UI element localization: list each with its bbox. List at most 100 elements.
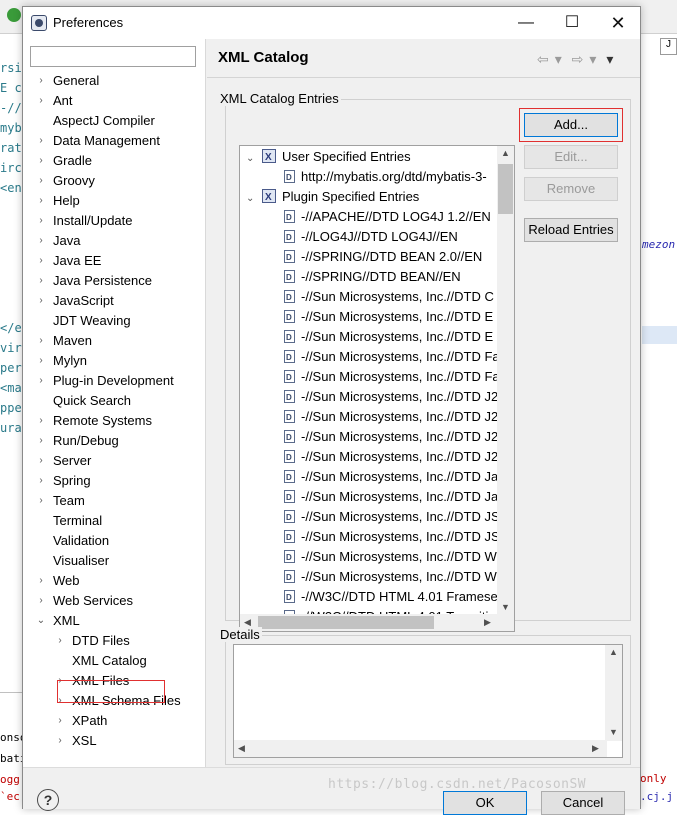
nav-item-xml-catalog[interactable]: XML Catalog [23,651,206,671]
nav-item-java-ee[interactable]: › Java EE [23,251,206,271]
close-button[interactable]: ✕ [595,7,641,39]
scroll-down-icon[interactable]: ▼ [501,602,510,612]
expand-arrow-icon[interactable]: › [35,271,47,291]
catalog-entry[interactable]: -//Sun Microsystems, Inc.//DTD J2 [284,427,498,448]
nav-item-plug-in-development[interactable]: › Plug-in Development [23,371,206,391]
details-vertical-scrollbar[interactable]: ▲ ▼ [605,645,622,741]
details-scroll-left-icon[interactable]: ◀ [238,743,245,754]
details-text-area[interactable]: ▲ ▼ ◀ ▶ [233,644,623,758]
expand-arrow-icon[interactable]: › [35,571,47,591]
nav-item-remote-systems[interactable]: › Remote Systems [23,411,206,431]
nav-item-visualiser[interactable]: Visualiser [23,551,206,571]
catalog-entry[interactable]: -//Sun Microsystems, Inc.//DTD Ja [284,467,498,488]
details-scroll-down-icon[interactable]: ▼ [609,727,618,737]
catalog-entry[interactable]: http://mybatis.org/dtd/mybatis-3- [284,167,487,188]
remove-button[interactable]: Remove [524,177,618,201]
nav-item-data-management[interactable]: › Data Management [23,131,206,151]
nav-item-jdt-weaving[interactable]: JDT Weaving [23,311,206,331]
expand-arrow-icon[interactable]: › [35,71,47,91]
expand-arrow-icon[interactable]: › [35,431,47,451]
expand-arrow-icon[interactable]: › [35,251,47,271]
nav-item-ant[interactable]: › Ant [23,91,206,111]
catalog-entry[interactable]: -//Sun Microsystems, Inc.//DTD Fa [284,347,500,368]
nav-item-maven[interactable]: › Maven [23,331,206,351]
nav-item-gradle[interactable]: › Gradle [23,151,206,171]
scroll-right-icon[interactable]: ▶ [484,617,491,628]
expand-arrow-icon[interactable]: › [35,211,47,231]
catalog-entry[interactable]: -//Sun Microsystems, Inc.//DTD Fa [284,367,500,388]
nav-item-javascript[interactable]: › JavaScript [23,291,206,311]
view-menu-icon[interactable]: ▾ [606,51,613,67]
expand-arrow-icon[interactable]: › [35,371,47,391]
catalog-entry[interactable]: -//Sun Microsystems, Inc.//DTD J2 [284,447,498,468]
expand-arrow-icon[interactable]: › [35,151,47,171]
back-menu-icon[interactable]: ▾ [555,51,562,67]
details-scroll-right-icon[interactable]: ▶ [592,743,599,754]
catalog-entry[interactable]: -//Sun Microsystems, Inc.//DTD Ja [284,487,498,508]
catalog-entry[interactable]: -//Sun Microsystems, Inc.//DTD E [284,307,493,328]
nav-item-web[interactable]: › Web [23,571,206,591]
nav-item-general[interactable]: › General [23,71,206,91]
catalog-entry[interactable]: -//Sun Microsystems, Inc.//DTD J2 [284,387,498,408]
horizontal-scroll-thumb[interactable] [258,616,434,629]
maximize-button[interactable]: ☐ [549,7,595,39]
catalog-entry[interactable]: -//W3C//DTD HTML 4.01 Framese [284,587,498,608]
editor-tab-icon[interactable]: J [660,38,677,55]
expand-arrow-icon[interactable]: › [35,91,47,111]
catalog-horizontal-scrollbar[interactable]: ◀ ▶ [240,614,499,631]
catalog-entry[interactable]: -//LOG4J//DTD LOG4J//EN [284,227,458,248]
expand-arrow-icon[interactable]: › [35,191,47,211]
expand-arrow-icon[interactable]: › [35,491,47,511]
nav-item-aspectj-compiler[interactable]: AspectJ Compiler [23,111,206,131]
nav-item-xpath[interactable]: › XPath [23,711,206,731]
nav-item-web-services[interactable]: › Web Services [23,591,206,611]
expand-arrow-icon[interactable]: › [54,631,66,651]
nav-item-xml[interactable]: ⌄ XML [23,611,206,631]
catalog-entry[interactable]: -//APACHE//DTD LOG4J 1.2//EN [284,207,491,228]
expand-arrow-icon[interactable]: › [35,131,47,151]
expand-arrow-icon[interactable]: › [35,451,47,471]
nav-item-dtd-files[interactable]: › DTD Files [23,631,206,651]
forward-menu-icon[interactable]: ▾ [589,51,596,67]
expand-arrow-icon[interactable]: › [35,171,47,191]
nav-item-validation[interactable]: Validation [23,531,206,551]
nav-item-java[interactable]: › Java [23,231,206,251]
nav-item-groovy[interactable]: › Groovy [23,171,206,191]
nav-item-help[interactable]: › Help [23,191,206,211]
expanded-arrow-icon[interactable]: ⌄ [246,189,262,209]
nav-item-xsl[interactable]: › XSL [23,731,206,751]
catalog-entry[interactable]: -//Sun Microsystems, Inc.//DTD W [284,547,497,568]
expanded-arrow-icon[interactable]: ⌄ [35,611,47,631]
details-scroll-up-icon[interactable]: ▲ [609,647,618,657]
catalog-tree[interactable]: ⌄ User Specified Entries http://mybatis.or… [239,145,515,632]
nav-item-java-persistence[interactable]: › Java Persistence [23,271,206,291]
catalog-entry[interactable]: -//Sun Microsystems, Inc.//DTD W [284,567,497,588]
add-button[interactable]: Add... [524,113,618,137]
catalog-entry[interactable]: -//SPRING//DTD BEAN 2.0//EN [284,247,482,268]
expand-arrow-icon[interactable]: › [35,411,47,431]
expand-arrow-icon[interactable]: › [35,591,47,611]
expand-arrow-icon[interactable]: › [54,731,66,751]
expand-arrow-icon[interactable]: › [35,291,47,311]
nav-item-terminal[interactable]: Terminal [23,511,206,531]
catalog-entry[interactable]: -//Sun Microsystems, Inc.//DTD J2 [284,407,498,428]
ok-button[interactable]: OK [443,791,527,815]
catalog-entry[interactable]: -//Sun Microsystems, Inc.//DTD E [284,327,493,348]
nav-item-install-update[interactable]: › Install/Update [23,211,206,231]
vertical-scroll-thumb[interactable] [498,164,513,214]
reload-entries-button[interactable]: Reload Entries [524,218,618,242]
edit-button[interactable]: Edit... [524,145,618,169]
nav-item-mylyn[interactable]: › Mylyn [23,351,206,371]
catalog-entry[interactable]: -//Sun Microsystems, Inc.//DTD C [284,287,494,308]
catalog-entry[interactable]: -//SPRING//DTD BEAN//EN [284,267,461,288]
run-icon[interactable] [7,8,21,22]
plugin-entries-node[interactable]: ⌄ Plugin Specified Entries [246,187,419,209]
catalog-entry[interactable]: -//Sun Microsystems, Inc.//DTD JS [284,507,500,528]
nav-item-quick-search[interactable]: Quick Search [23,391,206,411]
minimize-button[interactable]: — [503,7,549,39]
nav-item-team[interactable]: › Team [23,491,206,511]
title-bar[interactable]: Preferences — ☐ ✕ [23,7,640,39]
back-arrow-icon[interactable]: ⇦ [537,51,549,67]
nav-item-spring[interactable]: › Spring [23,471,206,491]
scroll-up-icon[interactable]: ▲ [501,148,510,158]
